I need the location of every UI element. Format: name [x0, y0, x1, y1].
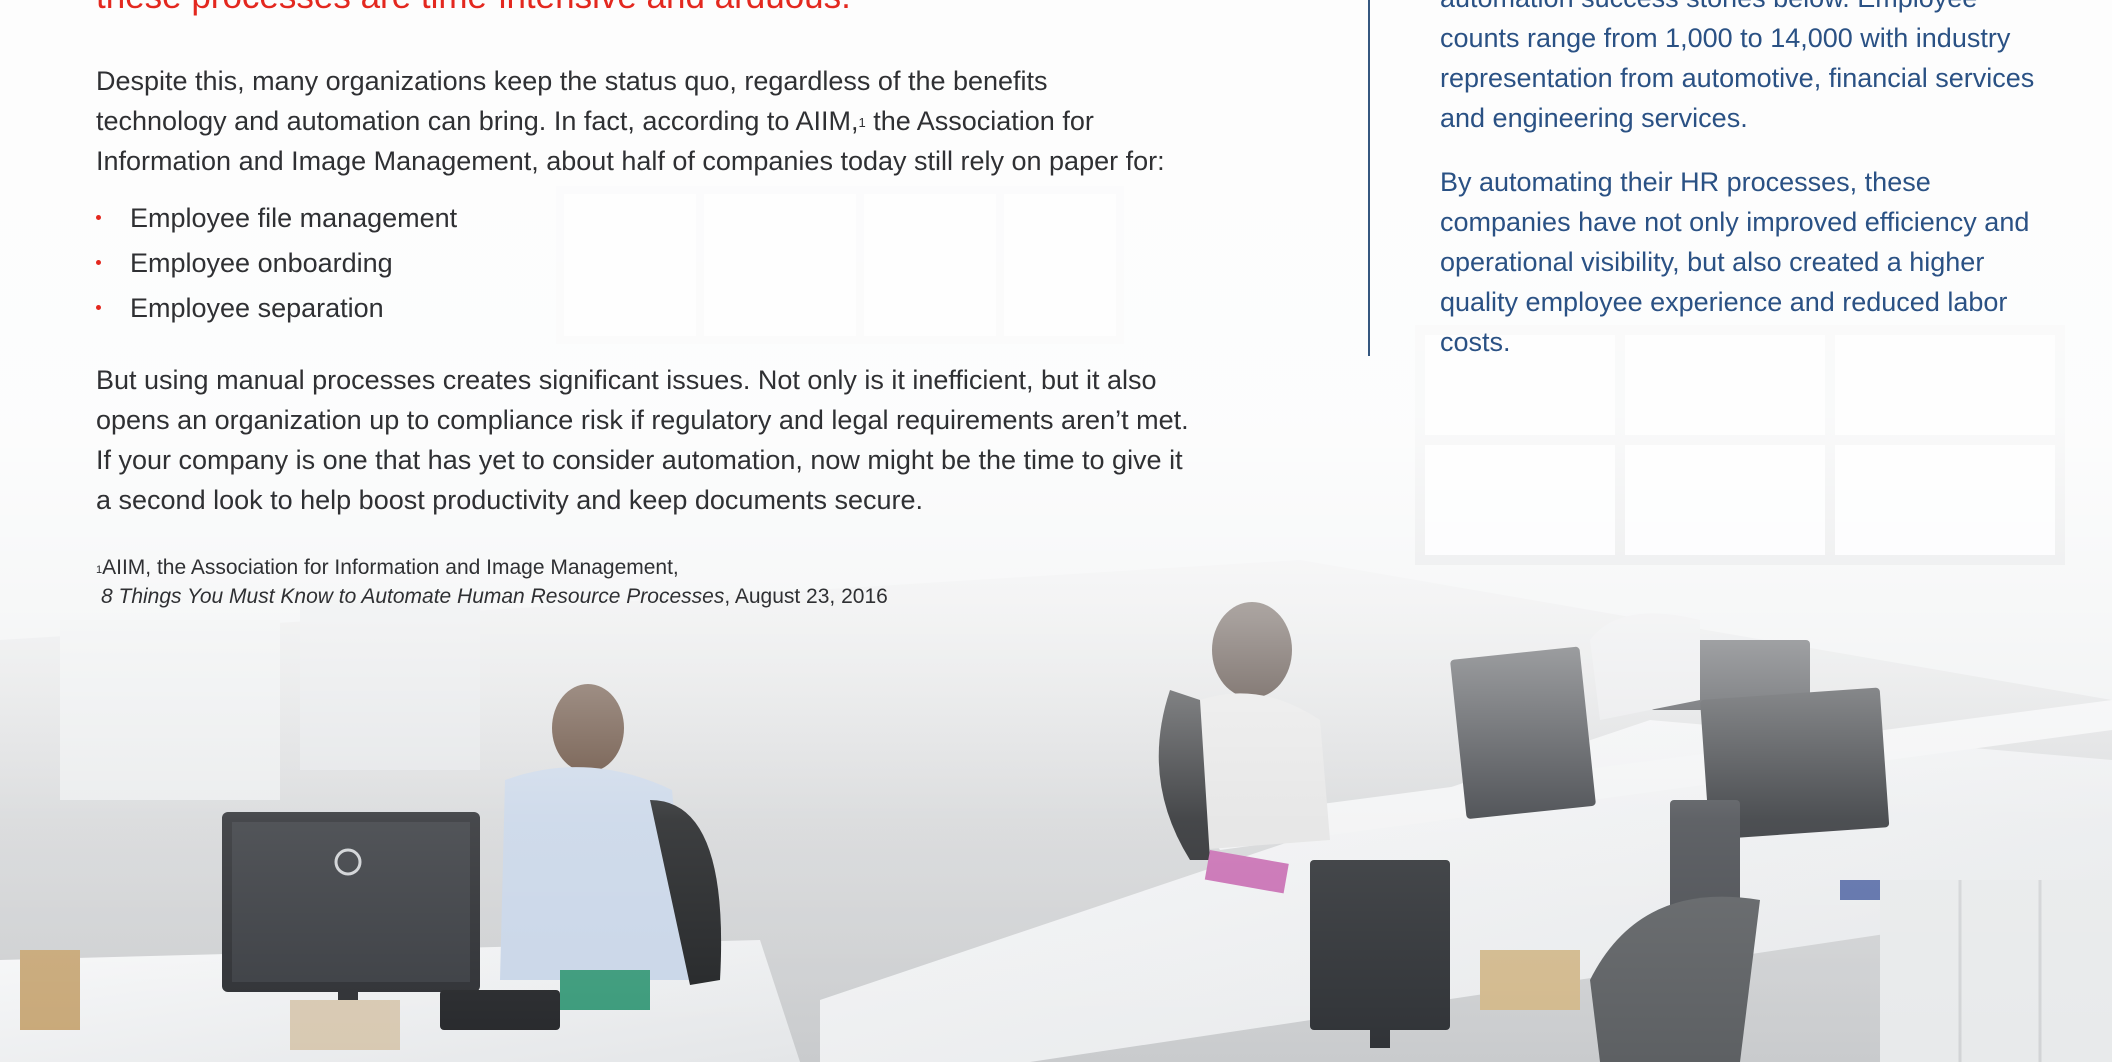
list-item: Employee onboarding [96, 240, 457, 285]
manual-process-issues-paragraph: But using manual processes creates signi… [96, 365, 1189, 515]
citation-line-2: 8 Things You Must Know to Automate Human… [96, 582, 996, 611]
bullet-icon [96, 305, 101, 310]
bullet-icon [96, 260, 101, 265]
footnote-citation: 1AIIM, the Association for Information a… [96, 553, 996, 611]
sidebar-text-column: automation success stories below. Employ… [1440, 0, 2060, 362]
sidebar-paragraph-2: By automating their HR processes, these … [1440, 167, 2030, 357]
list-item-label: Employee onboarding [130, 247, 393, 278]
sidebar-paragraph-1: automation success stories below. Employ… [1440, 0, 2035, 133]
bullet-icon [96, 215, 101, 220]
citation-title: 8 Things You Must Know to Automate Human… [101, 585, 725, 608]
list-item-label: Employee file management [130, 202, 458, 233]
list-item-label: Employee separation [130, 292, 384, 323]
intro-paragraph: Despite this, many organizations keep th… [96, 61, 1176, 181]
list-item: Employee file management [96, 195, 457, 240]
list-item: Employee separation [96, 285, 457, 330]
citation-date: , August 23, 2016 [724, 585, 888, 608]
citation-org: AIIM, the Association for Information an… [102, 556, 679, 579]
paper-process-list: Employee file management Employee onboar… [96, 195, 457, 330]
sidebar-divider [1368, 0, 1370, 356]
citation-line-1: 1AIIM, the Association for Information a… [96, 553, 996, 582]
citation-mark: 1 [96, 564, 103, 576]
footnote-reference: 1 [858, 115, 866, 130]
section-heading: these processes are time-intensive and a… [96, 0, 1196, 18]
